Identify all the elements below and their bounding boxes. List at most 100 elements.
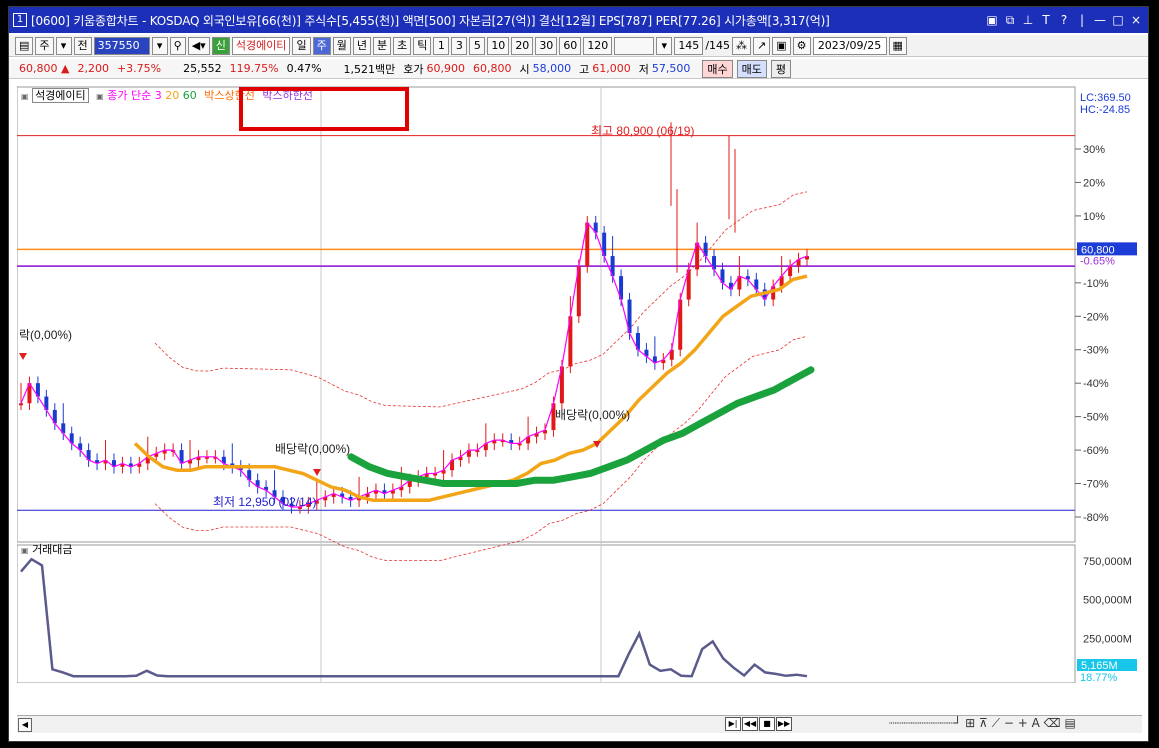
- price-info-row: 60,800 ▲ 2,200 +3.75% 25,552 119.75% 0.4…: [9, 59, 1148, 79]
- volume-ratio: 119.75%: [229, 62, 279, 75]
- y-tick-label: 10%: [1083, 211, 1105, 223]
- toolbar: ▤ 주 ▾ 전 357550 ▾ ⚲ ◀▾ 신 석경에이티 일 주 월 년 분 …: [9, 35, 1148, 57]
- bid-label: 호가: [403, 62, 424, 76]
- play-icon[interactable]: ▶|: [725, 717, 741, 731]
- interval-dropdown-icon[interactable]: ▾: [656, 36, 673, 55]
- pin-icon[interactable]: ⊥: [1022, 13, 1034, 28]
- period-dropdown[interactable]: 주: [35, 36, 54, 55]
- stock-code-input[interactable]: 357550: [93, 36, 150, 55]
- period-month[interactable]: 월: [332, 36, 351, 55]
- close-icon[interactable]: ×: [1130, 13, 1142, 28]
- volume: 25,552: [183, 62, 222, 75]
- y-tick-label: -70%: [1083, 479, 1109, 491]
- y-axis-labels: 30%20%10%0%-10%-20%-30%-40%-50%-60%-70%-…: [1075, 92, 1131, 524]
- current-price: 60,800 ▲: [19, 62, 70, 75]
- interval-120[interactable]: 120: [583, 36, 613, 55]
- minimize-icon[interactable]: —: [1094, 13, 1106, 28]
- font-icon[interactable]: T: [1040, 13, 1052, 28]
- chevron-down-icon[interactable]: ▾: [55, 36, 72, 55]
- zoom-slider[interactable]: ┈┈┈┈┈┈┈┈┈┘: [889, 716, 961, 730]
- buy-button[interactable]: 매수: [702, 59, 733, 78]
- price-change-pct: +3.75%: [116, 62, 162, 75]
- legend-stock-name[interactable]: 석경에이티: [32, 88, 89, 103]
- period-day[interactable]: 일: [292, 36, 311, 55]
- all-button[interactable]: 전: [73, 36, 92, 55]
- stop-icon[interactable]: ■: [759, 717, 775, 731]
- line-icon[interactable]: ⟋: [992, 716, 1000, 730]
- legend-marker-icon: ▣: [96, 92, 104, 101]
- hc-label: HC:-24.85: [1080, 104, 1130, 116]
- window-number[interactable]: 1: [13, 13, 27, 27]
- interval-10[interactable]: 10: [487, 36, 510, 55]
- window-controls: ▣ ⧉ ⊥ T ? | — □ ×: [986, 13, 1148, 28]
- date-input[interactable]: 2023/09/25: [812, 36, 887, 55]
- divider: |: [1079, 12, 1085, 27]
- price-pane-border: [17, 86, 1076, 543]
- count-total: /145: [705, 39, 731, 52]
- y-tick-label: -50%: [1083, 412, 1109, 424]
- new-button[interactable]: 신: [211, 36, 230, 55]
- save-chart-icon[interactable]: ▤: [1064, 716, 1075, 730]
- interval-1[interactable]: 1: [433, 36, 450, 55]
- forward-icon[interactable]: ▶▶: [776, 717, 792, 731]
- calendar-icon[interactable]: ▦: [888, 36, 907, 55]
- count-input[interactable]: 145: [674, 36, 704, 55]
- period-minute[interactable]: 분: [372, 36, 392, 55]
- period-week[interactable]: 주: [312, 36, 331, 55]
- pct-tag: -0.65%: [1080, 255, 1115, 267]
- text-tool-icon[interactable]: A: [1032, 716, 1040, 730]
- interval-5[interactable]: 5: [469, 36, 486, 55]
- period-year[interactable]: 년: [352, 36, 371, 55]
- interval-3[interactable]: 3: [451, 36, 468, 55]
- help-icon[interactable]: ?: [1058, 13, 1070, 28]
- maximize-icon[interactable]: □: [1112, 13, 1124, 28]
- open-label: 시: [519, 62, 530, 76]
- plus-icon[interactable]: +: [1018, 716, 1028, 730]
- restore-icon[interactable]: ▣: [986, 13, 998, 28]
- legend-ma20[interactable]: 20: [165, 89, 179, 102]
- tile-icon[interactable]: ⧉: [1004, 13, 1016, 28]
- bid-price-1: 60,900: [426, 62, 466, 75]
- dividend-label-3: 락(0,00%): [19, 328, 72, 342]
- sell-button[interactable]: 매도: [736, 59, 767, 78]
- turnover: 0.47%: [286, 62, 322, 75]
- legend-ma60[interactable]: 60: [183, 89, 197, 102]
- stock-name: 석경에이티: [231, 36, 291, 55]
- y-tick-label: -80%: [1083, 512, 1109, 524]
- chart-window: 1 [0600] 키움종합차트 - KOSDAQ 외국인보유[66(천)] 주식…: [8, 6, 1149, 742]
- volume-tick-label: 250,000M: [1083, 633, 1132, 645]
- y-tick-label: 30%: [1083, 144, 1105, 156]
- compare-icon[interactable]: ⁂: [732, 36, 752, 55]
- interval-30[interactable]: 30: [535, 36, 558, 55]
- rewind-icon[interactable]: ◀◀: [742, 717, 758, 731]
- scroll-left-icon[interactable]: ◀: [18, 717, 32, 732]
- tool-icon[interactable]: ⊞: [965, 716, 975, 730]
- interval-60[interactable]: 60: [559, 36, 582, 55]
- eraser-icon[interactable]: ⌫: [1044, 716, 1061, 730]
- price-chart[interactable]: 30%20%10%0%-10%-20%-30%-40%-50%-60%-70%-…: [17, 83, 1142, 683]
- chart-type-icon[interactable]: ▤: [15, 36, 34, 55]
- y-tick-label: -10%: [1083, 278, 1109, 290]
- eval-button[interactable]: 평: [770, 59, 792, 78]
- low-label: 저: [638, 62, 649, 76]
- code-dropdown-icon[interactable]: ▾: [151, 36, 168, 55]
- highlight-box: [239, 87, 409, 131]
- indicator-icon[interactable]: ↗: [753, 36, 771, 55]
- settings-icon[interactable]: ⚙: [792, 36, 811, 55]
- y-tick-label: -20%: [1083, 311, 1109, 323]
- window-title: [0600] 키움종합차트 - KOSDAQ 외국인보유[66(천)] 주식수[…: [31, 13, 830, 28]
- speaker-icon[interactable]: ◀▾: [187, 36, 210, 55]
- low-price: 57,500: [651, 62, 691, 75]
- search-icon[interactable]: ⚲: [169, 36, 186, 55]
- interval-custom-input[interactable]: [614, 36, 655, 55]
- y-tick-label: -60%: [1083, 445, 1109, 457]
- period-tick[interactable]: 틱: [413, 36, 432, 55]
- interval-20[interactable]: 20: [511, 36, 534, 55]
- save-icon[interactable]: ▣: [772, 36, 791, 55]
- period-second[interactable]: 초: [393, 36, 412, 55]
- trend-icon[interactable]: ⊼: [979, 716, 988, 730]
- minus-icon[interactable]: −: [1004, 716, 1014, 730]
- legend-ma3[interactable]: 종가 단순 3: [107, 89, 161, 102]
- low-marker-label: 최저 12,950 (02/14): [213, 495, 316, 509]
- volume-tick-label: 500,000M: [1083, 595, 1132, 607]
